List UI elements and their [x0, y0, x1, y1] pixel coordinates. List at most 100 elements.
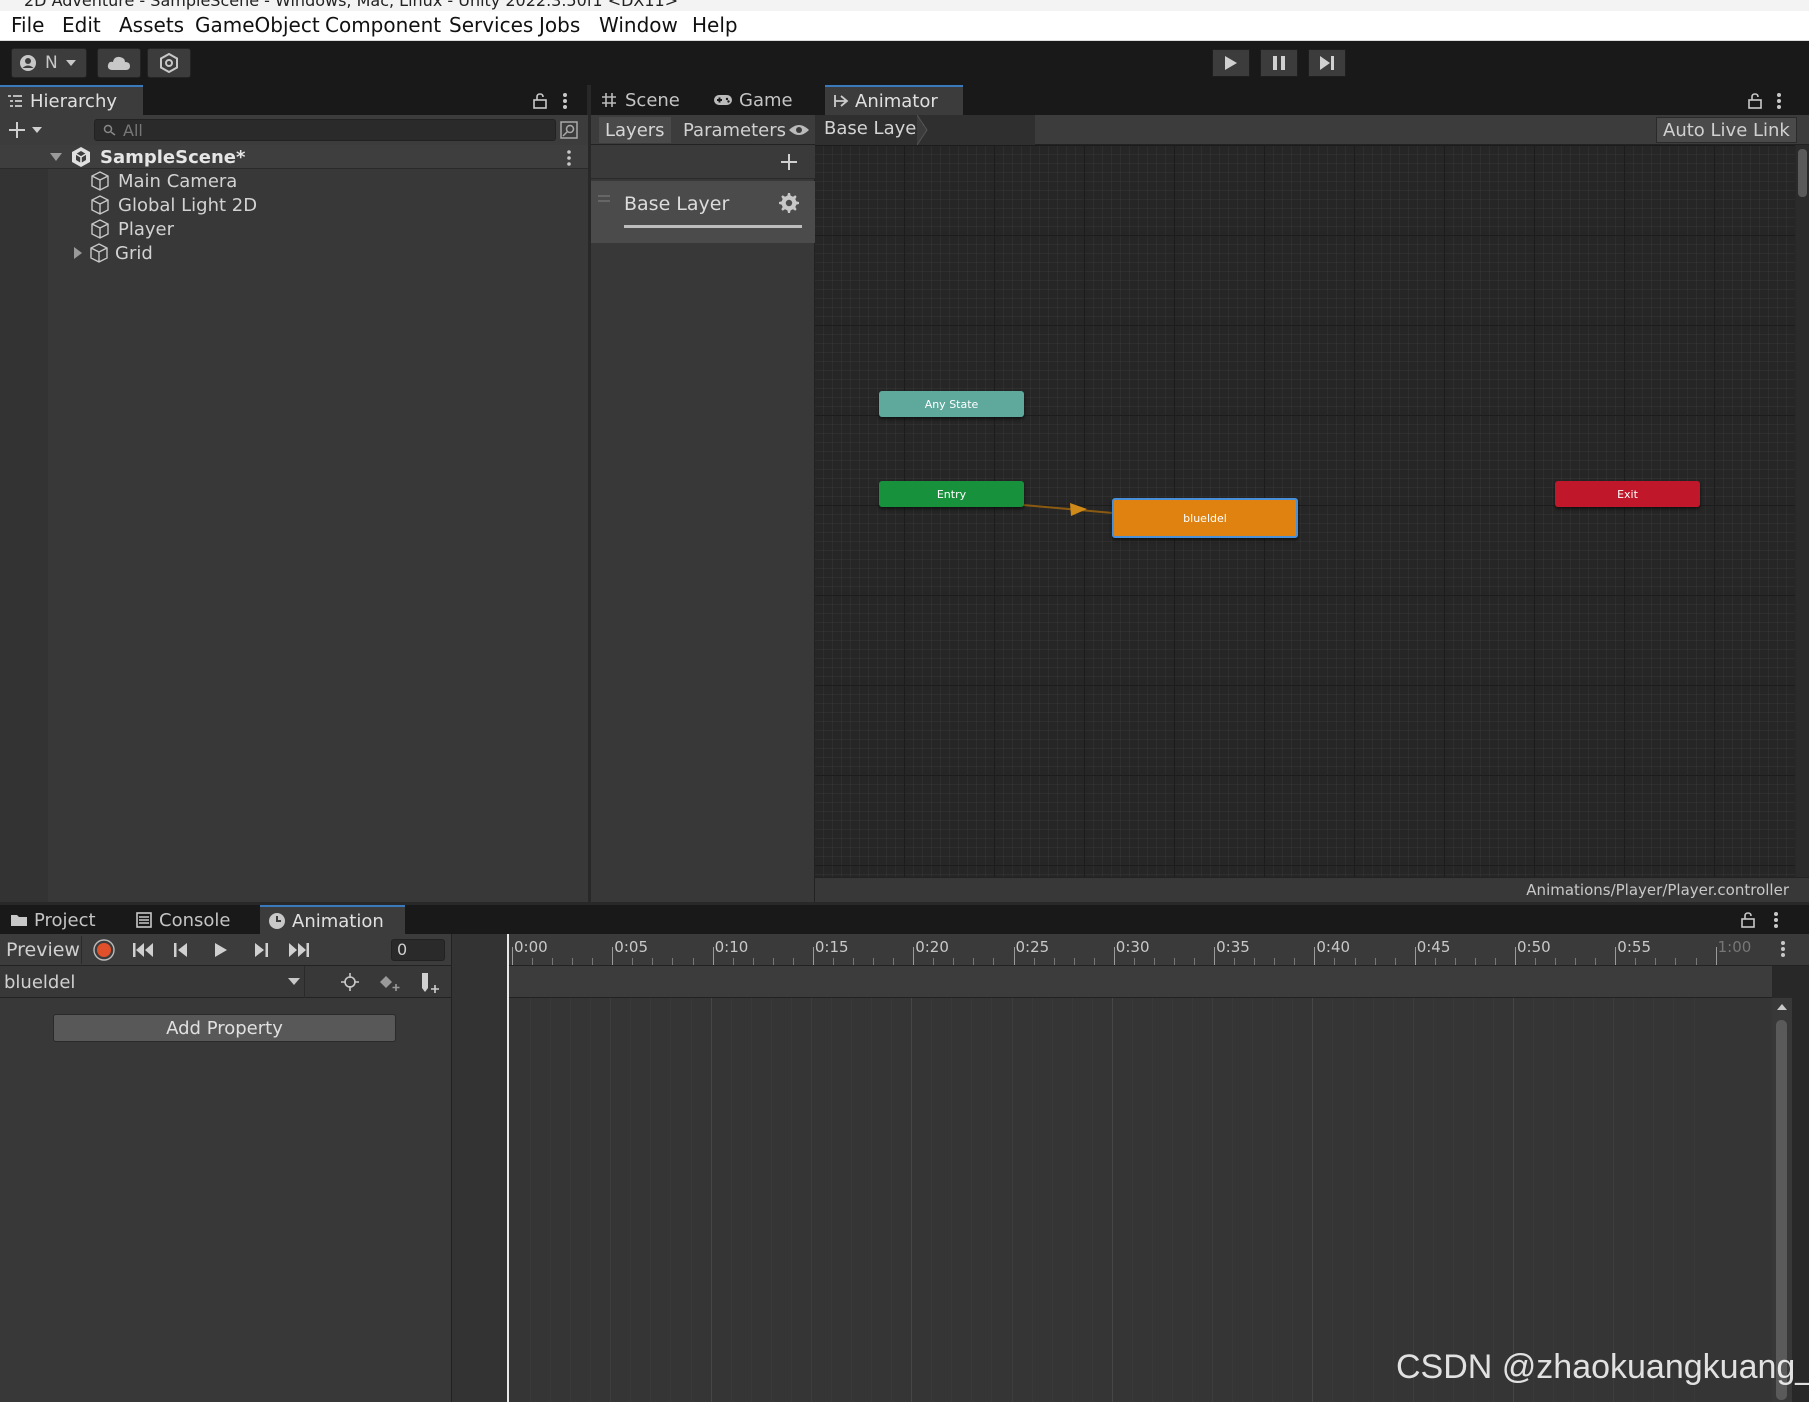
dopesheet-minor-line: [1192, 998, 1194, 1402]
preview-toggle[interactable]: Preview: [0, 936, 82, 964]
tab-game[interactable]: Game: [705, 85, 815, 115]
hierarchy-item-global-light[interactable]: Global Light 2D: [90, 193, 257, 217]
graph-vertical-scrollbar[interactable]: [1796, 145, 1809, 877]
layers-tab[interactable]: Layers: [599, 117, 671, 143]
step-button[interactable]: [1308, 49, 1346, 77]
state-any-state[interactable]: Any State: [879, 391, 1024, 417]
menu-component[interactable]: Component: [325, 13, 441, 37]
scrollbar-thumb[interactable]: [1776, 1020, 1787, 1400]
collab-button[interactable]: [147, 48, 191, 78]
menu-services[interactable]: Services: [449, 13, 533, 37]
auto-live-link-toggle[interactable]: Auto Live Link: [1656, 117, 1797, 143]
hierarchy-item-grid[interactable]: Grid: [73, 241, 153, 265]
tab-scene[interactable]: Scene: [593, 85, 703, 115]
playhead[interactable]: [507, 934, 509, 1402]
kebab-menu-icon[interactable]: [1776, 92, 1782, 110]
plus-icon: [9, 122, 25, 138]
dopesheet-minor-line: [730, 998, 732, 1402]
frame-field[interactable]: 0: [391, 939, 445, 961]
ruler-major-tick: [913, 947, 915, 965]
record-icon[interactable]: [93, 939, 115, 961]
hierarchy-item-label: Grid: [115, 242, 153, 264]
layer-item-base[interactable]: Base Layer: [591, 181, 815, 243]
scene-kebab-icon[interactable]: [566, 150, 572, 166]
eye-icon[interactable]: [788, 123, 810, 137]
pause-button[interactable]: [1260, 49, 1298, 77]
scrollbar-thumb[interactable]: [1798, 149, 1807, 197]
scene-header[interactable]: SampleScene*: [50, 145, 245, 169]
ruler-minor-tick: [1695, 958, 1697, 965]
tab-animation[interactable]: Animation: [260, 905, 405, 935]
layer-name: Base Layer: [624, 193, 730, 215]
hierarchy-item-player[interactable]: Player: [90, 217, 174, 241]
lock-icon[interactable]: [533, 93, 547, 109]
parameters-tab[interactable]: Parameters: [677, 117, 792, 143]
add-keyframe-icon[interactable]: [379, 974, 401, 992]
list-icon: [8, 95, 22, 107]
hierarchy-search-input[interactable]: All: [94, 119, 556, 141]
menu-help[interactable]: Help: [692, 13, 738, 37]
ruler-minor-tick: [1133, 958, 1135, 965]
parameters-tab-label: Parameters: [683, 119, 787, 141]
create-dropdown[interactable]: [8, 121, 42, 139]
add-event-icon[interactable]: [420, 972, 440, 994]
timeline-kebab-icon[interactable]: [1780, 940, 1786, 958]
menu-jobs[interactable]: Jobs: [539, 13, 580, 37]
entry-transition-line[interactable]: [1022, 504, 1114, 514]
pause-icon: [1273, 56, 1285, 70]
tab-animator[interactable]: Animator: [825, 85, 963, 115]
play-button[interactable]: [1212, 49, 1250, 77]
menu-assets[interactable]: Assets: [119, 13, 184, 37]
dopesheet-minor-line: [1131, 998, 1133, 1402]
previous-keyframe-icon[interactable]: [173, 942, 189, 958]
timeline-ruler[interactable]: 0:00 0:05 0:10 0:15 0:20 0:25 0:30 0:35 0:40 0:45…: [509, 934, 1809, 966]
tab-hierarchy[interactable]: Hierarchy: [0, 85, 143, 115]
scroll-up-arrow-icon[interactable]: [1777, 1003, 1787, 1011]
animator-footer: Animations/Player/Player.controller: [815, 877, 1809, 902]
add-property-button[interactable]: Add Property: [53, 1014, 396, 1042]
chevron-down-icon: [65, 60, 76, 66]
dopesheet-minor-line: [550, 998, 552, 1402]
first-keyframe-icon[interactable]: [132, 942, 154, 958]
breadcrumb[interactable]: Base Layer: [815, 115, 1035, 145]
ruler-minor-tick: [973, 958, 975, 965]
account-dropdown[interactable]: N: [11, 48, 87, 78]
crosshair-icon[interactable]: [341, 973, 359, 991]
kebab-menu-icon[interactable]: [1773, 911, 1779, 929]
gear-icon[interactable]: [779, 193, 799, 213]
tab-project[interactable]: Project: [2, 905, 122, 935]
add-property-label: Add Property: [166, 1017, 283, 1039]
drag-handle-icon[interactable]: [598, 195, 610, 203]
kebab-menu-icon[interactable]: [562, 92, 568, 110]
hierarchy-item-main-camera[interactable]: Main Camera: [90, 169, 237, 193]
state-exit[interactable]: Exit: [1555, 481, 1700, 507]
expand-arrow-icon[interactable]: [50, 152, 62, 162]
timeline-vertical-scrollbar[interactable]: [1772, 998, 1792, 1402]
lock-icon[interactable]: [1748, 93, 1762, 109]
ruler-label: 1:00: [1717, 938, 1752, 956]
state-entry[interactable]: Entry: [879, 481, 1024, 507]
lock-icon[interactable]: [1741, 912, 1755, 928]
menu-file[interactable]: File: [11, 13, 44, 37]
ruler-minor-tick: [592, 958, 594, 965]
add-layer-icon[interactable]: [780, 153, 798, 171]
cloud-button[interactable]: [97, 48, 141, 78]
menu-gameobject[interactable]: GameObject: [195, 13, 320, 37]
play-icon[interactable]: [214, 942, 228, 958]
animator-graph[interactable]: Any State Entry blueldel Exit: [815, 145, 1795, 877]
menu-window[interactable]: Window: [599, 13, 678, 37]
clip-dropdown[interactable]: blueldel: [0, 966, 305, 998]
dopesheet-area[interactable]: [509, 998, 1772, 1402]
last-keyframe-icon[interactable]: [288, 942, 310, 958]
layer-weight-bar[interactable]: [624, 225, 802, 228]
state-blueldel[interactable]: blueldel: [1112, 498, 1298, 538]
expand-arrow-icon[interactable]: [73, 247, 83, 259]
layers-toolbar: [591, 145, 815, 179]
menu-edit[interactable]: Edit: [62, 13, 101, 37]
transition-arrow-icon: [1070, 503, 1087, 516]
timeline-events-row[interactable]: [509, 966, 1772, 998]
tab-console[interactable]: Console: [128, 905, 253, 935]
next-keyframe-icon[interactable]: [253, 942, 269, 958]
search-filter-icon[interactable]: [560, 121, 578, 139]
dopesheet-minor-line: [1593, 998, 1595, 1402]
